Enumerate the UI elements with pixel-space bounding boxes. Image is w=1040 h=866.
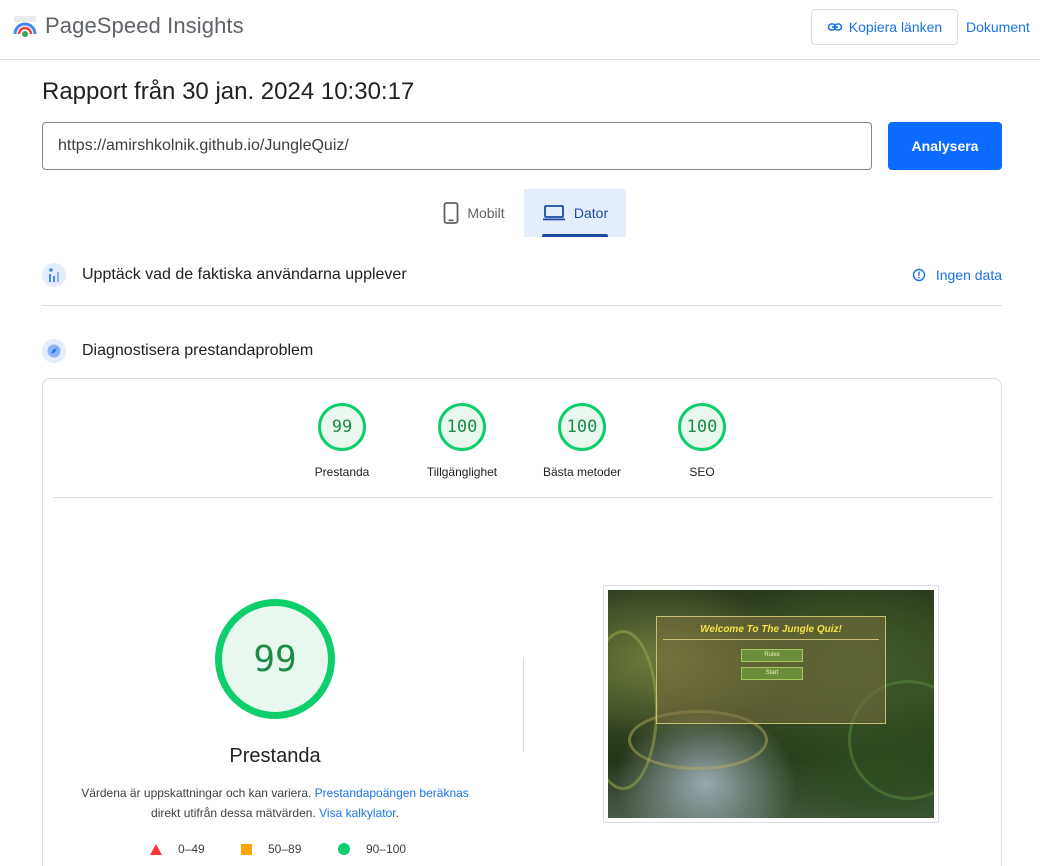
gauge-accessibility[interactable]: 100 bbox=[438, 403, 486, 451]
diagnose-section: Diagnostisera prestandaproblem bbox=[42, 338, 1002, 364]
legend-average: 50–89 bbox=[241, 842, 301, 856]
legend-good: 90–100 bbox=[338, 842, 406, 856]
legend-poor: 0–49 bbox=[150, 842, 205, 856]
gauge-label-seo: SEO bbox=[689, 465, 715, 479]
legend-good-range: 90–100 bbox=[366, 842, 407, 856]
quiz-start-button: Start bbox=[741, 667, 803, 680]
field-data-title: Upptäck vad de faktiska användarna upple… bbox=[82, 266, 407, 283]
copy-link-button[interactable]: Kopiera länken bbox=[811, 9, 958, 45]
field-data-section: Upptäck vad de faktiska användarna upple… bbox=[42, 262, 1002, 288]
no-data-label: Ingen data bbox=[935, 267, 1002, 283]
circle-icon bbox=[338, 843, 350, 855]
gauge-performance[interactable]: 99 bbox=[318, 403, 366, 451]
phone-icon bbox=[443, 202, 459, 224]
legend-poor-range: 0–49 bbox=[178, 842, 205, 856]
gauge-seo[interactable]: 100 bbox=[678, 403, 726, 451]
card-divider bbox=[53, 497, 993, 498]
docs-link[interactable]: Dokument bbox=[966, 19, 1030, 35]
gauge-label-performance: Prestanda bbox=[314, 465, 370, 479]
tab-mobile-label: Mobilt bbox=[467, 205, 505, 221]
gauge-label-best-practices: Bästa metoder bbox=[542, 465, 622, 479]
no-data-link[interactable]: Ingen data bbox=[912, 267, 1002, 283]
quiz-rules-button: Rules bbox=[741, 649, 803, 662]
note-end: . bbox=[395, 806, 399, 820]
gauge-label-accessibility: Tillgänglighet bbox=[426, 465, 498, 479]
note-text-2: direkt utifrån dessa mätvärden. bbox=[151, 806, 320, 820]
laptop-icon bbox=[542, 205, 565, 221]
report-title: Rapport från 30 jan. 2024 10:30:17 bbox=[42, 78, 415, 105]
url-input[interactable] bbox=[42, 122, 872, 170]
quiz-heading: Welcome To The Jungle Quiz! bbox=[700, 624, 842, 635]
tab-desktop-label: Dator bbox=[573, 205, 609, 221]
link-icon bbox=[827, 23, 843, 31]
performance-note: Värdena är uppskattningar och kan varier… bbox=[65, 783, 485, 823]
tab-desktop[interactable]: Dator bbox=[524, 189, 626, 237]
vertical-separator bbox=[523, 657, 524, 752]
calculator-link[interactable]: Visa kalkylator bbox=[319, 806, 395, 820]
page-screenshot: Welcome To The Jungle Quiz! Rules Start bbox=[603, 585, 939, 823]
quiz-panel: Welcome To The Jungle Quiz! Rules Start bbox=[656, 616, 886, 724]
triangle-icon bbox=[150, 843, 162, 855]
tab-mobile[interactable]: Mobilt bbox=[424, 189, 524, 237]
copy-link-label: Kopiera länken bbox=[848, 19, 943, 35]
gauge-best-practices[interactable]: 100 bbox=[558, 403, 606, 451]
analyze-button[interactable]: Analysera bbox=[888, 122, 1002, 170]
score-calc-link[interactable]: Prestandapoängen beräknas bbox=[315, 786, 469, 800]
users-chart-icon bbox=[42, 263, 66, 287]
screenshot-image: Welcome To The Jungle Quiz! Rules Start bbox=[608, 590, 934, 818]
section-divider bbox=[42, 305, 1002, 306]
app-title[interactable]: PageSpeed Insights bbox=[45, 13, 244, 39]
top-bar: PageSpeed Insights Kopiera länken Dokume… bbox=[0, 0, 1040, 60]
diagnose-title: Diagnostisera prestandaproblem bbox=[82, 342, 314, 359]
note-text: Värdena är uppskattningar och kan varier… bbox=[81, 786, 315, 800]
compass-icon bbox=[42, 339, 66, 363]
info-icon bbox=[912, 268, 926, 282]
performance-label: Prestanda bbox=[229, 745, 321, 767]
square-icon bbox=[241, 843, 252, 855]
scores-card: 99 Prestanda 100 Tillgänglighet 100 Bäst… bbox=[42, 378, 1002, 866]
legend-average-range: 50–89 bbox=[268, 842, 302, 856]
performance-gauge-large: 99 bbox=[215, 599, 335, 719]
pagespeed-logo-icon[interactable] bbox=[12, 14, 38, 38]
